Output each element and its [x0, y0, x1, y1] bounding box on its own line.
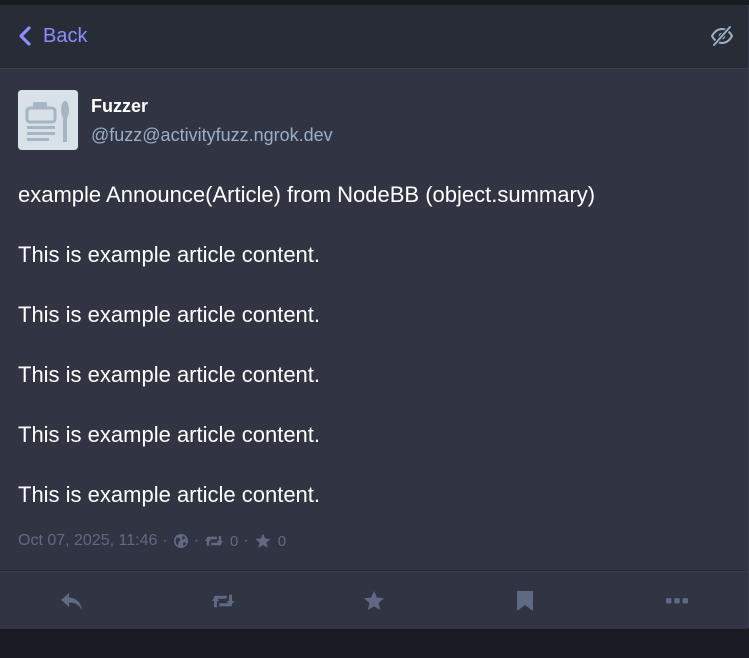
status-detail: Fuzzer @fuzz@activityfuzz.ngrok.dev exam…: [0, 69, 748, 570]
status-meta: Oct 07, 2025, 11:46 · · 0 · 0: [18, 529, 286, 553]
star-icon: [254, 532, 272, 550]
action-bar: [0, 571, 748, 629]
content-paragraph: This is example article content.: [18, 422, 321, 447]
chevron-left-icon: [18, 26, 32, 46]
default-avatar-icon: [18, 90, 78, 150]
retweet-icon: [204, 533, 224, 549]
content-paragraph: This is example article content.: [18, 302, 321, 327]
account-handle[interactable]: @fuzz@activityfuzz.ngrok.dev: [91, 125, 333, 146]
reply-button[interactable]: [44, 572, 100, 629]
avatar[interactable]: [18, 90, 78, 150]
back-button[interactable]: Back: [18, 22, 87, 50]
content-summary: example Announce(Article) from NodeBB (o…: [18, 182, 596, 207]
column-header: Back: [0, 5, 748, 69]
bookmark-icon: [515, 589, 535, 613]
boosts-count: 0: [230, 532, 239, 550]
eye-slash-icon: [710, 25, 734, 52]
status-content: example Announce(Article) from NodeBB (o…: [18, 181, 728, 541]
display-name[interactable]: Fuzzer: [91, 96, 148, 117]
content-paragraph: This is example article content.: [18, 362, 321, 387]
favourites-count: 0: [277, 532, 287, 550]
ellipsis-icon: [666, 597, 688, 605]
boost-button[interactable]: [195, 572, 251, 629]
retweet-icon: [209, 591, 237, 611]
back-label: Back: [43, 24, 88, 47]
reply-icon: [59, 589, 85, 613]
hide-content-button[interactable]: [710, 24, 734, 48]
separator: ·: [243, 532, 249, 549]
timestamp[interactable]: Oct 07, 2025, 11:46: [18, 532, 157, 550]
content-paragraph: This is example article content.: [18, 242, 321, 267]
more-button[interactable]: [649, 572, 705, 629]
separator: ·: [162, 532, 168, 549]
bookmark-button[interactable]: [497, 572, 553, 629]
separator: ·: [193, 532, 200, 549]
star-icon: [362, 589, 386, 613]
globe-icon: [173, 533, 189, 549]
favourite-button[interactable]: [346, 572, 402, 629]
column: Back Fuzzer @fuzz@activityfuzz.ngrok.dev…: [0, 5, 749, 629]
